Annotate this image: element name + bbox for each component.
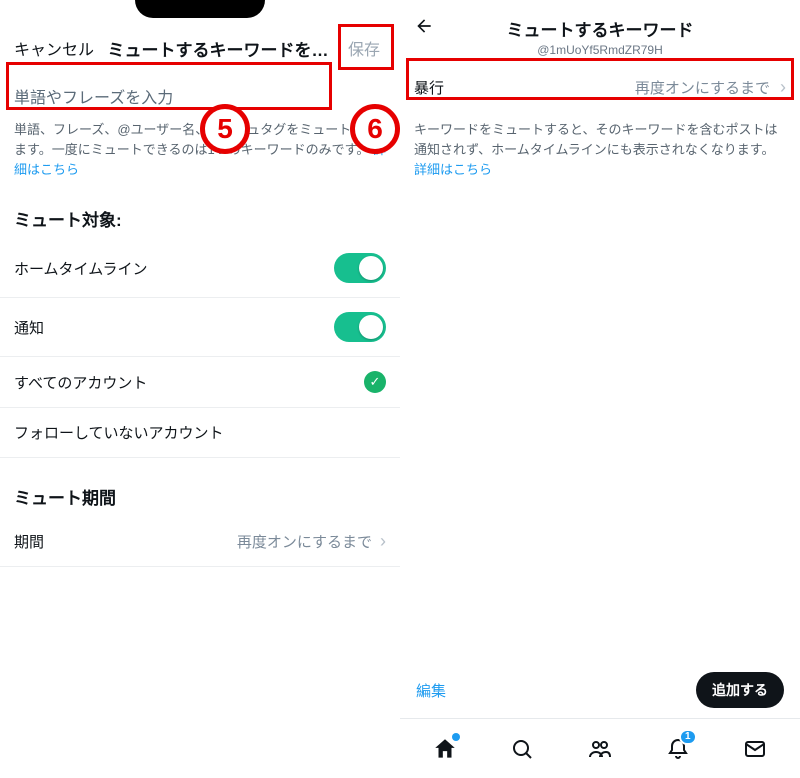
tab-search[interactable] — [495, 729, 549, 769]
row-label: フォローしていないアカウント — [14, 422, 224, 443]
tab-bar: 1 — [400, 718, 800, 778]
tab-home[interactable] — [418, 729, 472, 769]
edit-button[interactable]: 編集 — [416, 680, 446, 701]
toggle-home-timeline[interactable] — [334, 253, 386, 283]
cancel-button[interactable]: キャンセル — [14, 36, 94, 60]
tab-notifications[interactable]: 1 — [651, 729, 705, 769]
help-text: キーワードをミュートすると、そのキーワードを含むポストは通知されず、ホームタイム… — [400, 112, 800, 180]
help-body: キーワードをミュートすると、そのキーワードを含むポストは通知されず、ホームタイム… — [414, 122, 777, 157]
muted-keyword-row[interactable]: 暴行 再度オンにするまで › — [400, 63, 800, 112]
period-value: 再度オンにするまで — [237, 531, 372, 552]
help-body: 単語、フレーズ、@ユーザー名、ハッシュタグをミュートできます。一度にミュートでき… — [14, 122, 377, 157]
row-not-following[interactable]: フォローしていないアカウント — [0, 408, 400, 458]
row-label: 通知 — [14, 317, 44, 338]
help-text: 単語、フレーズ、@ユーザー名、ハッシュタグをミュートできます。一度にミュートでき… — [0, 112, 400, 180]
page-title: ミュートするキーワード — [440, 16, 760, 41]
row-all-accounts[interactable]: すべてのアカウント ✓ — [0, 357, 400, 408]
toggle-notifications[interactable] — [334, 312, 386, 342]
keyword-duration: 再度オンにするまで — [635, 77, 770, 98]
back-button[interactable] — [414, 16, 440, 36]
notif-badge: 1 — [679, 729, 697, 745]
chevron-right-icon: › — [380, 531, 386, 552]
section-mute-period: ミュート期間 — [0, 458, 400, 517]
row-notifications[interactable]: 通知 — [0, 298, 400, 357]
tab-messages[interactable] — [728, 729, 782, 769]
keyword-input[interactable] — [14, 86, 386, 112]
new-dot-icon — [452, 733, 460, 741]
learn-more-link[interactable]: 詳細はこちら — [414, 162, 492, 177]
row-label: ホームタイムライン — [14, 258, 148, 279]
section-mute-target: ミュート対象: — [0, 180, 400, 239]
row-period[interactable]: 期間 再度オンにするまで › — [0, 517, 400, 567]
check-icon: ✓ — [364, 371, 386, 393]
row-home-timeline[interactable]: ホームタイムライン — [0, 239, 400, 298]
tab-communities[interactable] — [573, 729, 627, 769]
row-label: 期間 — [14, 531, 44, 552]
chevron-right-icon: › — [780, 77, 786, 98]
save-button[interactable]: 保存 — [342, 32, 386, 64]
keyword-label: 暴行 — [414, 77, 444, 98]
add-button[interactable]: 追加する — [696, 672, 784, 708]
page-subtitle: @1mUoYf5RmdZR79H — [440, 43, 760, 57]
row-label: すべてのアカウント — [14, 372, 147, 393]
device-notch — [135, 0, 265, 18]
page-title: ミュートするキーワードを… — [94, 36, 342, 61]
